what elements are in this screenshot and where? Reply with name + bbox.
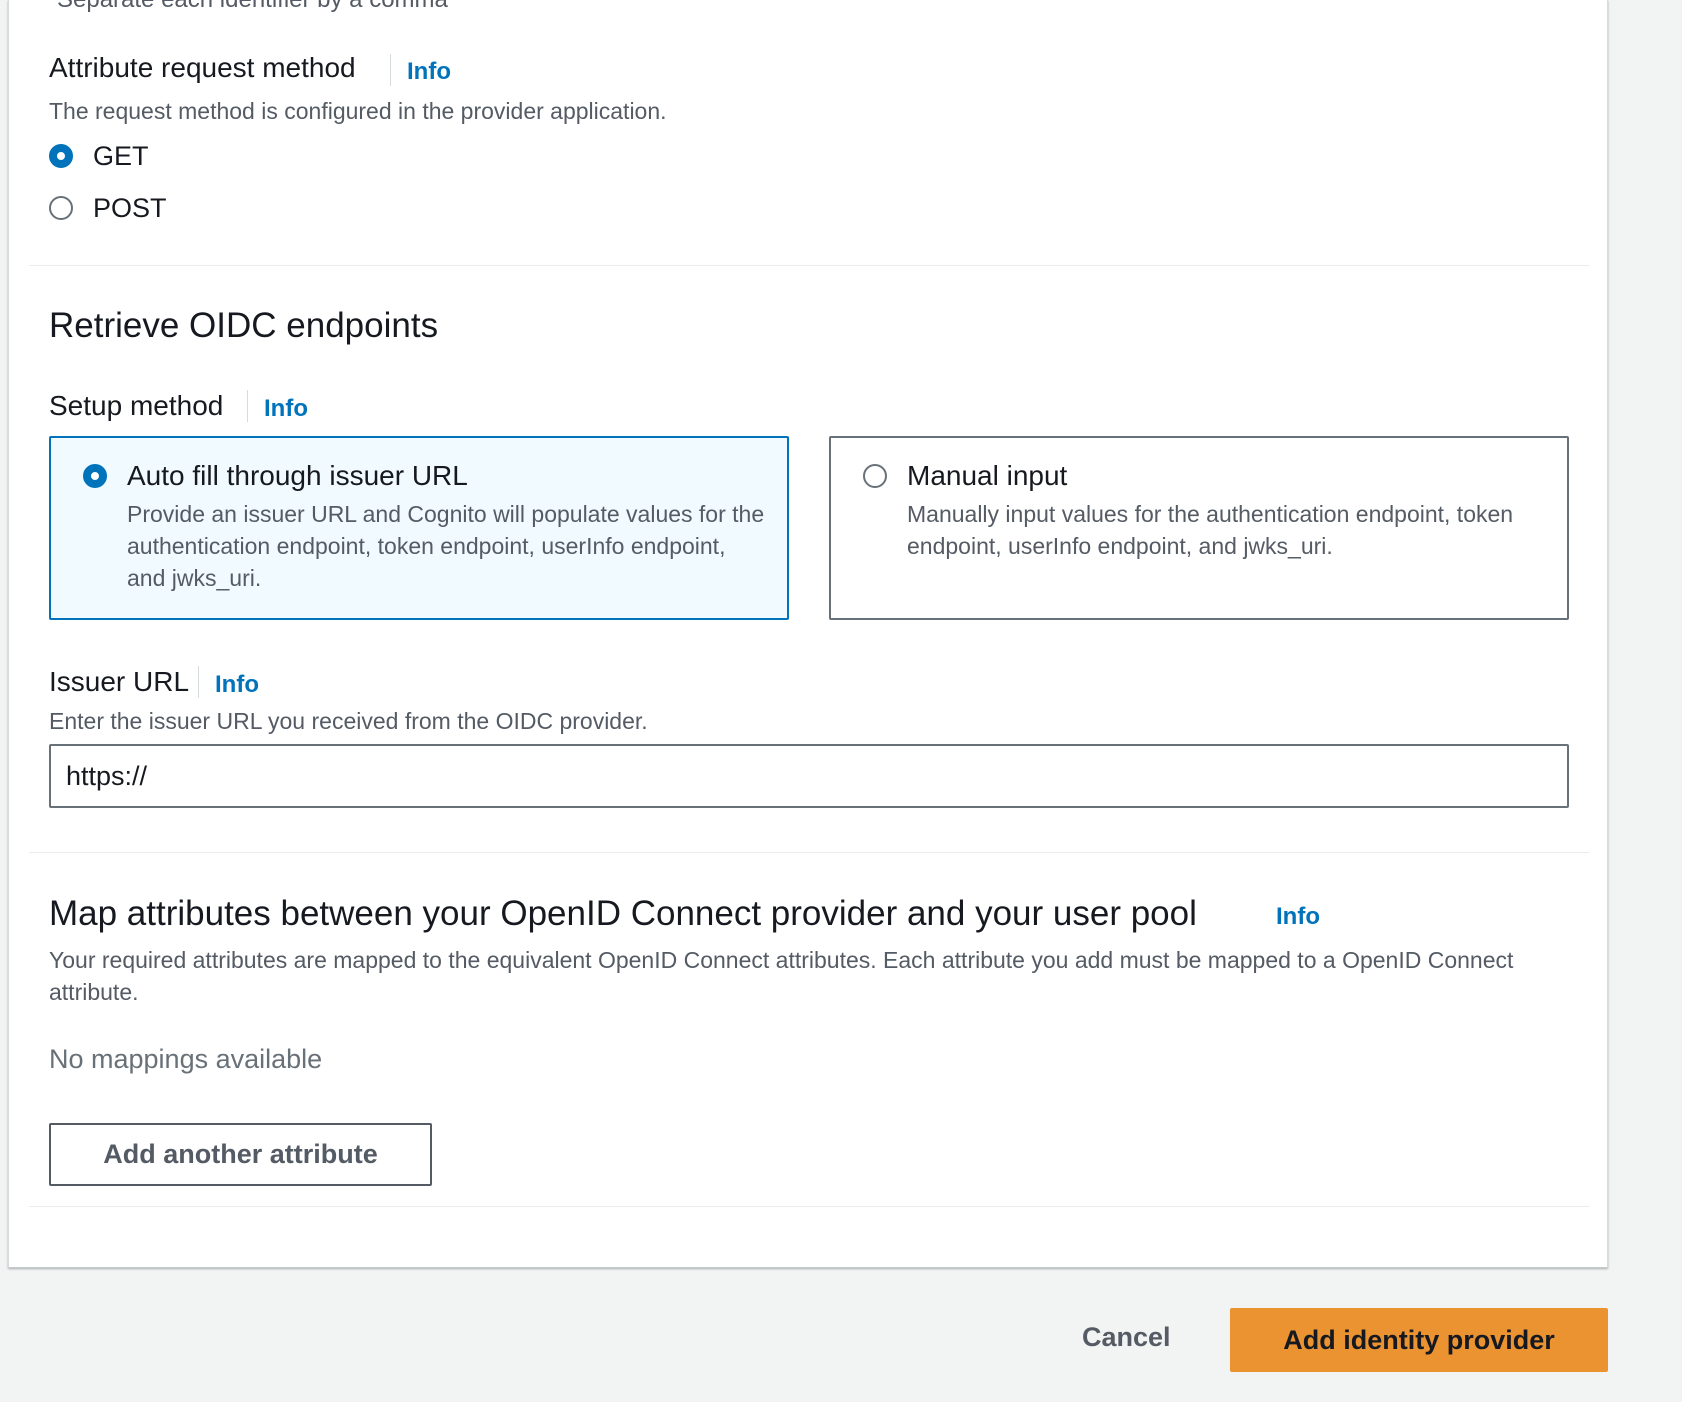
tile-manual-input-title: Manual input — [907, 460, 1068, 491]
empty-mappings-text: No mappings available — [49, 1044, 323, 1074]
section-divider — [29, 1206, 1589, 1207]
map-attributes-description: Your required attributes are mapped to t… — [49, 947, 1514, 1005]
section-divider — [29, 265, 1589, 266]
cutoff-hint-text: Separate each identifier by a comma — [57, 0, 448, 14]
map-attributes-info-link[interactable]: Info — [1276, 903, 1320, 931]
radio-post[interactable] — [49, 196, 73, 220]
section-divider — [29, 852, 1589, 853]
tile-manual-input[interactable]: Manual input Manually input values for t… — [829, 436, 1569, 620]
cancel-button[interactable]: Cancel — [1082, 1322, 1171, 1353]
attribute-request-method-description: The request method is configured in the … — [49, 98, 667, 124]
radio-get[interactable] — [49, 144, 73, 168]
attribute-request-method-label: Attribute request method — [49, 52, 356, 83]
oidc-endpoints-heading: Retrieve OIDC endpoints — [49, 306, 439, 345]
issuer-url-label: Issuer URL — [49, 666, 190, 697]
tile-auto-fill-description: Provide an issuer URL and Cognito will p… — [127, 501, 765, 591]
label-divider — [390, 54, 391, 86]
issuer-url-input[interactable] — [49, 744, 1569, 808]
issuer-url-info-link[interactable]: Info — [215, 671, 259, 699]
label-divider — [247, 390, 248, 422]
setup-method-label: Setup method — [49, 390, 224, 421]
form-container: Separate each identifier by a comma Attr… — [8, 0, 1608, 1268]
map-attributes-heading: Map attributes between your OpenID Conne… — [49, 894, 1197, 933]
attribute-request-method-info-link[interactable]: Info — [407, 58, 451, 86]
add-identity-provider-button[interactable]: Add identity provider — [1230, 1308, 1608, 1372]
tile-auto-fill-radio[interactable] — [83, 464, 107, 488]
tile-auto-fill-title: Auto fill through issuer URL — [127, 460, 468, 491]
issuer-url-description: Enter the issuer URL you received from t… — [49, 708, 648, 734]
tile-manual-input-description: Manually input values for the authentica… — [907, 501, 1514, 559]
tile-auto-fill[interactable]: Auto fill through issuer URL Provide an … — [49, 436, 789, 620]
radio-get-label[interactable]: GET — [93, 141, 149, 172]
label-divider — [198, 666, 199, 698]
setup-method-info-link[interactable]: Info — [264, 395, 308, 423]
add-another-attribute-button[interactable]: Add another attribute — [49, 1123, 432, 1186]
tile-manual-input-radio[interactable] — [863, 464, 887, 488]
radio-post-label[interactable]: POST — [93, 193, 167, 224]
